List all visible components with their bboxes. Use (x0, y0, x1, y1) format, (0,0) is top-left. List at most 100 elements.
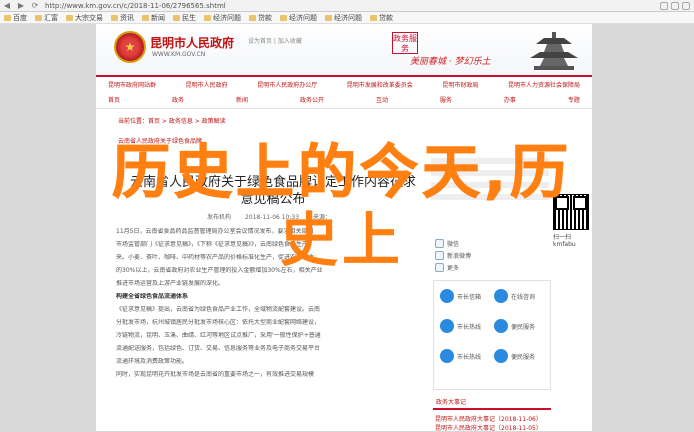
url-input[interactable]: http://www.km.gov.cn/c/2018-11-06/279656… (42, 2, 262, 10)
bookmark-item[interactable]: 经济问题 (321, 13, 366, 23)
bookmark-label: 新闻 (151, 13, 165, 22)
folder-icon (142, 14, 149, 21)
divider (96, 108, 592, 109)
bookmark-item[interactable]: 经济问题 (276, 13, 321, 23)
bookmark-item[interactable]: 汇富 (31, 13, 62, 23)
bookmark-label: 民生 (182, 13, 196, 22)
overlay-title-2: 史上 (280, 206, 405, 274)
service-button[interactable]: 政务服务 (392, 32, 418, 54)
slogan: 美丽春城 · 梦幻乐土 (410, 57, 491, 67)
body-line: 构建全省绿色食品流通体系 (116, 293, 189, 300)
folder-icon (35, 14, 42, 21)
article-source: 发布机构 (207, 214, 232, 221)
folder-icon (325, 14, 332, 21)
share-wechat[interactable]: 微信 (435, 238, 459, 248)
share-weibo[interactable]: 新浪微博 (435, 250, 471, 260)
site-group-link[interactable]: 昆明市人民政府办公厅 (257, 80, 317, 90)
site-group-nav: 昆明市政府网站群 昆明市人民政府 昆明市人民政府办公厅 昆明市发展和改革委员会 昆明市财… (108, 80, 580, 90)
share-more[interactable]: 更多 (435, 262, 459, 272)
service-icon (494, 319, 508, 333)
breadcrumb[interactable]: 当前位置：首页 > 政务信息 > 政策解读 (118, 116, 226, 125)
site-header: 昆明市人民政府 WWW.KM.GOV.CN 设为首页 | 加入收藏 政务服务 美… (96, 24, 592, 76)
bookmark-item[interactable]: 资讯 (107, 13, 138, 23)
minimize-icon[interactable] (660, 1, 668, 10)
app-item[interactable]: 市长热线 (440, 319, 481, 333)
mail-icon (440, 289, 454, 303)
window-controls (660, 1, 694, 10)
header-links[interactable]: 设为首页 | 加入收藏 (248, 36, 302, 45)
forward-icon[interactable]: ▶ (14, 1, 28, 10)
bookmark-label: 汇富 (44, 13, 58, 22)
body-line: 冷链物流，昆明、玉溪、曲靖、红河等地区试点推广，采用'一般性保护+普通 (116, 332, 321, 339)
app-item[interactable]: 便民服务 (494, 319, 535, 333)
folder-icon (249, 14, 256, 21)
close-icon[interactable] (682, 1, 690, 10)
bookmark-label: 经济问题 (334, 13, 362, 22)
overlay-title: 历史上的今天,历 (112, 138, 573, 206)
wechat-icon (435, 238, 444, 248)
body-line: 《征求意见稿》提出，云南省为绿色食品产业工作，全域物流配套建设。云南 (116, 306, 321, 313)
bookmark-label: 贷款 (258, 13, 272, 22)
header-divider (96, 75, 592, 77)
browser-address-bar: ◀ ▶ ⟳ http://www.km.gov.cn/c/2018-11-06/… (0, 0, 694, 12)
nav-link[interactable]: 首页 (108, 95, 120, 105)
site-group-link[interactable]: 昆明市人民政府 (186, 80, 228, 90)
folder-icon (280, 14, 287, 21)
app-item[interactable]: 市长信箱 (440, 289, 481, 303)
nav-link[interactable]: 政务 (172, 95, 184, 105)
nav-link[interactable]: 服务 (440, 95, 452, 105)
bookmark-item[interactable]: 大宗交易 (62, 13, 107, 23)
app-item[interactable]: 便民服务 (494, 349, 535, 363)
main-nav: 首页 政务 新闻 政务公开 互动 服务 办事 专题 (108, 95, 580, 105)
nav-link[interactable]: 政务公开 (300, 95, 324, 105)
event-link[interactable]: 昆明市人民政府大事记（2018-11-06） (435, 414, 542, 423)
nav-link[interactable]: 互动 (376, 95, 388, 105)
body-line: 同时，实现昆明花卉批发市场是云南省的重要市场之一，有效推进交易规模 (116, 371, 315, 378)
bookmark-item[interactable]: 百度 (0, 13, 31, 23)
qr-caption: 扫一扫 kmfabu (553, 234, 576, 248)
site-group-link[interactable]: 昆明市人力资源社会保障局 (508, 80, 580, 90)
government-emblem-icon (114, 31, 146, 63)
app-item[interactable]: 市长热线 (440, 349, 481, 363)
folder-icon (111, 14, 118, 21)
bookmark-label: 百度 (13, 13, 27, 22)
body-line: 分批发市场，杭州城镇居民分批发市场核心区：依托大型商业配套网络建设， (116, 319, 321, 326)
bookmark-label: 经济问题 (289, 13, 317, 22)
folder-icon (66, 14, 73, 21)
folder-icon (4, 14, 11, 21)
bookmark-bar: 百度 汇富 大宗交易 资讯 新闻 民生 经济问题 贷款 经济问题 经济问题 贷款 (0, 12, 694, 24)
pagoda-icon (530, 32, 578, 70)
bookmark-label: 贷款 (379, 13, 393, 22)
site-group-link[interactable]: 昆明市政府网站群 (108, 80, 156, 90)
phone-icon (440, 319, 454, 333)
more-icon (435, 262, 444, 272)
back-icon[interactable]: ◀ (0, 1, 14, 10)
events-heading: 政务大事记 (433, 398, 551, 410)
bookmark-label: 大宗交易 (75, 13, 103, 22)
site-group-link[interactable]: 昆明市财政局 (442, 80, 478, 90)
bookmark-item[interactable]: 民生 (169, 13, 200, 23)
bookmark-item[interactable]: 贷款 (245, 13, 276, 23)
refresh-icon[interactable]: ⟳ (28, 1, 42, 10)
service-icon (494, 349, 508, 363)
app-box: 市长信箱 在线咨询 市长热线 便民服务 市长热线 便民服务 (433, 280, 551, 390)
folder-icon (204, 14, 211, 21)
bookmark-item[interactable]: 贷款 (366, 13, 397, 23)
bookmark-item[interactable]: 经济问题 (200, 13, 245, 23)
folder-icon (370, 14, 377, 21)
maximize-icon[interactable] (671, 1, 679, 10)
nav-link[interactable]: 办事 (504, 95, 516, 105)
nav-link[interactable]: 新闻 (236, 95, 248, 105)
bookmark-item[interactable]: 新闻 (138, 13, 169, 23)
bookmark-label: 资讯 (120, 13, 134, 22)
nav-link[interactable]: 专题 (568, 95, 580, 105)
body-line: 流通环境及消费政策功能。 (116, 358, 189, 365)
site-name[interactable]: 昆明市人民政府 (150, 34, 234, 51)
chat-icon (494, 289, 508, 303)
app-item[interactable]: 在线咨询 (494, 289, 535, 303)
body-line: 流通配送服务，包括绿色、订货、交易、信息服务等业务及电子商务交易平台 (116, 345, 321, 352)
weibo-icon (435, 250, 444, 260)
phone-icon (440, 349, 454, 363)
site-group-link[interactable]: 昆明市发展和改革委员会 (347, 80, 413, 90)
body-line: 推进市场运营及上游产业链发展的深化。 (116, 280, 225, 287)
